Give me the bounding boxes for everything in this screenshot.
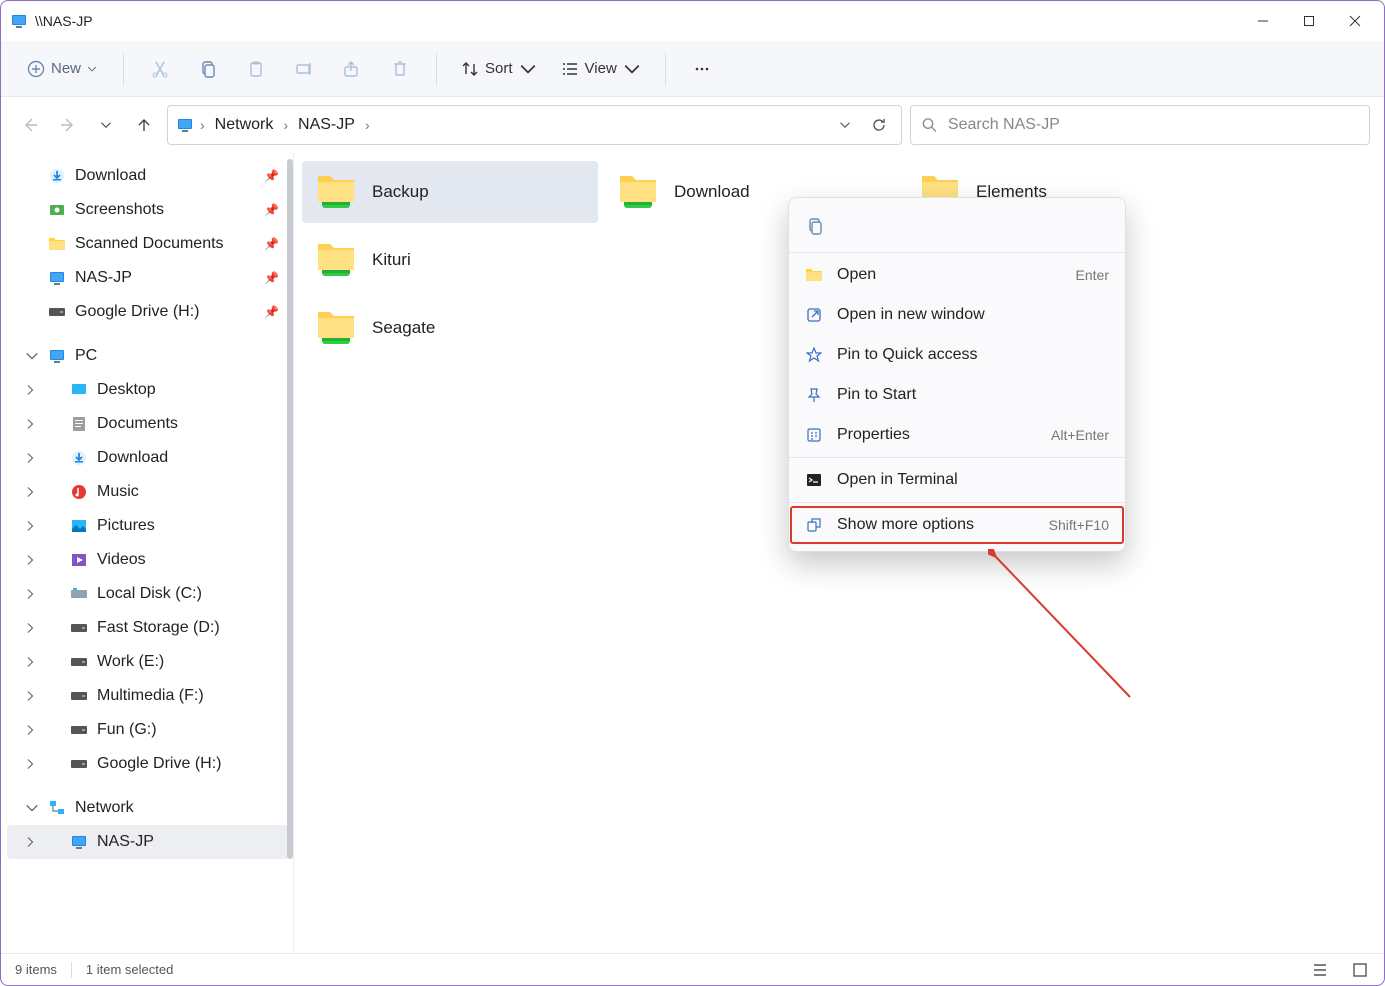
- sidebar: Download📌 Screenshots📌 Scanned Documents…: [1, 153, 293, 953]
- sidebar-item-download2[interactable]: Download: [7, 441, 289, 475]
- refresh-button[interactable]: [865, 111, 893, 139]
- star-icon: [805, 346, 823, 364]
- context-menu: OpenEnter Open in new window Pin to Quic…: [788, 197, 1126, 552]
- new-window-icon: [805, 306, 823, 324]
- copy-button[interactable]: [188, 49, 228, 89]
- history-dropdown[interactable]: [831, 111, 859, 139]
- sidebar-item-g[interactable]: Fun (G:): [7, 713, 289, 747]
- maximize-button[interactable]: [1286, 5, 1332, 37]
- more-button[interactable]: [682, 49, 722, 89]
- view-label: View: [585, 60, 617, 77]
- app-icon: [11, 14, 27, 28]
- back-button[interactable]: [15, 110, 45, 140]
- sidebar-item-nasjp2[interactable]: NAS-JP: [7, 825, 289, 859]
- chevron-right-icon: ›: [365, 117, 370, 133]
- plus-circle-icon: [27, 60, 45, 78]
- pin-icon: 📌: [264, 169, 279, 183]
- ctx-copy-button[interactable]: [799, 210, 831, 242]
- chevron-down-icon: [623, 60, 641, 78]
- new-label: New: [51, 60, 81, 77]
- sidebar-item-f[interactable]: Multimedia (F:): [7, 679, 289, 713]
- cut-button[interactable]: [140, 49, 180, 89]
- toolbar: New Sort View: [1, 41, 1384, 97]
- nav-row: › Network › NAS-JP ›: [1, 97, 1384, 153]
- sidebar-item-gdrive[interactable]: Google Drive (H:)📌: [7, 295, 289, 329]
- breadcrumb-current[interactable]: NAS-JP: [294, 114, 359, 136]
- ctx-new-window[interactable]: Open in new window: [789, 295, 1125, 335]
- sort-icon: [461, 60, 479, 78]
- search-input[interactable]: [948, 116, 1359, 134]
- delete-button[interactable]: [380, 49, 420, 89]
- expand-icon: [805, 516, 823, 534]
- main-area: Backup Download Elements Kituri Public S…: [293, 153, 1384, 953]
- search-icon: [921, 116, 938, 134]
- sidebar-item-d[interactable]: Fast Storage (D:): [7, 611, 289, 645]
- chevron-down-icon: [87, 64, 97, 74]
- annotation-arrow: [988, 549, 1148, 709]
- ctx-properties[interactable]: PropertiesAlt+Enter: [789, 415, 1125, 455]
- sidebar-item-desktop[interactable]: Desktop: [7, 373, 289, 407]
- sidebar-item-h[interactable]: Google Drive (H:): [7, 747, 289, 781]
- close-button[interactable]: [1332, 5, 1378, 37]
- folder-backup[interactable]: Backup: [302, 161, 598, 223]
- folder-kituri[interactable]: Kituri: [302, 229, 598, 291]
- ctx-show-more[interactable]: Show more optionsShift+F10: [789, 505, 1125, 545]
- ctx-pin-quick[interactable]: Pin to Quick access: [789, 335, 1125, 375]
- titlebar: \\NAS-JP: [1, 1, 1384, 41]
- status-items: 9 items: [15, 962, 57, 977]
- sidebar-item-network[interactable]: Network: [7, 791, 289, 825]
- sidebar-item-music[interactable]: Music: [7, 475, 289, 509]
- pin-icon: 📌: [264, 203, 279, 217]
- forward-button[interactable]: [53, 110, 83, 140]
- rename-button[interactable]: [284, 49, 324, 89]
- sort-label: Sort: [485, 60, 513, 77]
- sidebar-item-download[interactable]: Download📌: [7, 159, 289, 193]
- chevron-right-icon: ›: [283, 117, 288, 133]
- sidebar-item-e[interactable]: Work (E:): [7, 645, 289, 679]
- share-button[interactable]: [332, 49, 372, 89]
- up-button[interactable]: [129, 110, 159, 140]
- details-view-button[interactable]: [1310, 960, 1330, 980]
- sidebar-item-screenshots[interactable]: Screenshots📌: [7, 193, 289, 227]
- window-title: \\NAS-JP: [35, 13, 93, 29]
- folder-icon: [805, 266, 823, 284]
- minimize-button[interactable]: [1240, 5, 1286, 37]
- large-icons-button[interactable]: [1350, 960, 1370, 980]
- sidebar-item-scanned[interactable]: Scanned Documents📌: [7, 227, 289, 261]
- new-button[interactable]: New: [17, 54, 107, 84]
- address-bar[interactable]: › Network › NAS-JP ›: [167, 105, 902, 145]
- monitor-icon: [176, 118, 194, 132]
- sidebar-item-videos[interactable]: Videos: [7, 543, 289, 577]
- sidebar-item-pictures[interactable]: Pictures: [7, 509, 289, 543]
- sidebar-item-documents[interactable]: Documents: [7, 407, 289, 441]
- breadcrumb-network[interactable]: Network: [211, 114, 278, 136]
- chevron-right-icon: ›: [200, 117, 205, 133]
- pin-icon: 📌: [264, 305, 279, 319]
- sidebar-item-nasjp[interactable]: NAS-JP📌: [7, 261, 289, 295]
- sort-button[interactable]: Sort: [453, 54, 545, 84]
- pin-icon: [805, 386, 823, 404]
- ctx-pin-start[interactable]: Pin to Start: [789, 375, 1125, 415]
- properties-icon: [805, 426, 823, 444]
- ctx-terminal[interactable]: Open in Terminal: [789, 460, 1125, 500]
- sidebar-item-c[interactable]: Local Disk (C:): [7, 577, 289, 611]
- recent-button[interactable]: [91, 110, 121, 140]
- pin-icon: 📌: [264, 271, 279, 285]
- view-button[interactable]: View: [553, 54, 649, 84]
- folder-seagate[interactable]: Seagate: [302, 297, 598, 359]
- search-bar[interactable]: [910, 105, 1370, 145]
- paste-button[interactable]: [236, 49, 276, 89]
- status-selected: 1 item selected: [86, 962, 173, 977]
- ctx-open[interactable]: OpenEnter: [789, 255, 1125, 295]
- terminal-icon: [805, 471, 823, 489]
- sidebar-item-pc[interactable]: PC: [7, 339, 289, 373]
- view-icon: [561, 60, 579, 78]
- pin-icon: 📌: [264, 237, 279, 251]
- chevron-down-icon: [519, 60, 537, 78]
- status-bar: 9 items 1 item selected: [1, 953, 1384, 985]
